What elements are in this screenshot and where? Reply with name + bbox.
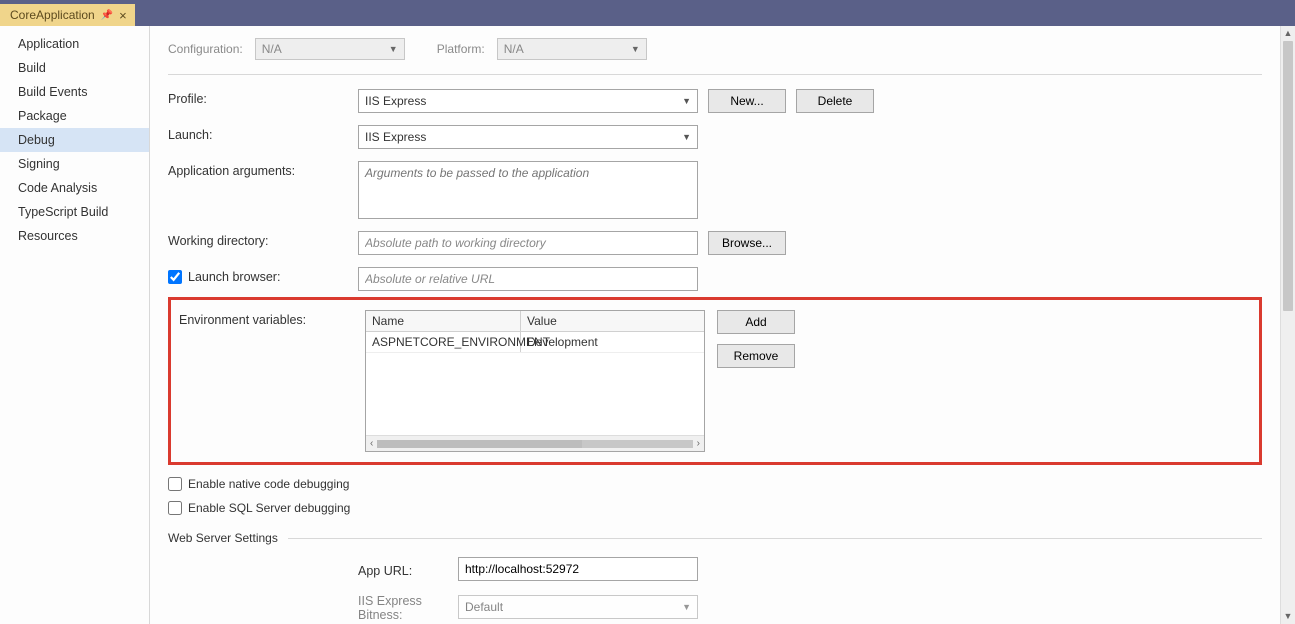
scroll-right-icon[interactable]: › — [697, 438, 700, 449]
working-directory-label: Working directory: — [168, 231, 358, 248]
env-cell-name: ASPNETCORE_ENVIRONMENT — [366, 332, 521, 352]
enable-native-debug-checkbox[interactable] — [168, 477, 182, 491]
sidebar-item-signing[interactable]: Signing — [0, 152, 149, 176]
launch-label: Launch: — [168, 125, 358, 142]
document-tab[interactable]: CoreApplication 📌 × — [0, 4, 135, 26]
app-url-input[interactable] — [458, 557, 698, 581]
horizontal-scrollbar[interactable]: ‹ › — [366, 435, 704, 451]
chevron-down-icon: ▼ — [389, 44, 398, 54]
sidebar-item-package[interactable]: Package — [0, 104, 149, 128]
launch-select[interactable]: IIS Express▼ — [358, 125, 698, 149]
enable-sql-debug-checkbox[interactable] — [168, 501, 182, 515]
scroll-left-icon[interactable]: ‹ — [370, 438, 373, 449]
new-profile-button[interactable]: New... — [708, 89, 786, 113]
app-url-label: App URL: — [358, 561, 458, 578]
launch-browser-checkbox[interactable] — [168, 270, 182, 284]
profile-select[interactable]: IIS Express▼ — [358, 89, 698, 113]
sidebar-item-debug[interactable]: Debug — [0, 128, 149, 152]
scroll-thumb[interactable] — [1283, 41, 1293, 311]
chevron-down-icon: ▼ — [631, 44, 640, 54]
env-header-value[interactable]: Value — [521, 311, 704, 331]
env-cell-value: Development — [521, 332, 704, 352]
pin-icon[interactable]: 📌 — [101, 10, 113, 21]
project-properties-sidebar: Application Build Build Events Package D… — [0, 26, 150, 624]
configuration-label: Configuration: — [168, 42, 243, 56]
launch-browser-label: Launch browser: — [188, 270, 280, 284]
debug-settings-panel: Configuration: N/A▼ Platform: N/A▼ Profi… — [150, 26, 1280, 624]
remove-env-var-button[interactable]: Remove — [717, 344, 795, 368]
iis-bitness-label: IIS Express Bitness: — [358, 591, 458, 622]
document-tab-strip: CoreApplication 📌 × — [0, 4, 1295, 26]
scroll-up-icon[interactable]: ▲ — [1281, 26, 1295, 41]
chevron-down-icon: ▼ — [682, 602, 691, 612]
chevron-down-icon: ▼ — [682, 132, 691, 142]
delete-profile-button[interactable]: Delete — [796, 89, 874, 113]
add-env-var-button[interactable]: Add — [717, 310, 795, 334]
application-arguments-input[interactable] — [358, 161, 698, 219]
environment-variables-highlight: Environment variables: Name Value ASPNET… — [168, 297, 1262, 465]
sidebar-item-resources[interactable]: Resources — [0, 224, 149, 248]
enable-sql-debug-label: Enable SQL Server debugging — [188, 501, 350, 515]
platform-select: N/A▼ — [497, 38, 647, 60]
configuration-select: N/A▼ — [255, 38, 405, 60]
working-directory-input[interactable] — [358, 231, 698, 255]
sidebar-item-build[interactable]: Build — [0, 56, 149, 80]
sidebar-item-build-events[interactable]: Build Events — [0, 80, 149, 104]
close-icon[interactable]: × — [119, 8, 127, 23]
platform-label: Platform: — [437, 42, 485, 56]
scroll-thumb[interactable] — [377, 440, 582, 448]
scroll-down-icon[interactable]: ▼ — [1281, 609, 1295, 624]
launch-browser-url-input[interactable] — [358, 267, 698, 291]
sidebar-item-application[interactable]: Application — [0, 32, 149, 56]
env-header-name[interactable]: Name — [366, 311, 521, 331]
chevron-down-icon: ▼ — [682, 96, 691, 106]
app-args-label: Application arguments: — [168, 161, 358, 178]
iis-bitness-select[interactable]: Default▼ — [458, 595, 698, 619]
vertical-scrollbar[interactable]: ▲ ▼ — [1280, 26, 1295, 624]
profile-label: Profile: — [168, 89, 358, 106]
env-vars-label: Environment variables: — [175, 310, 365, 452]
environment-variables-table[interactable]: Name Value ASPNETCORE_ENVIRONMENT Develo… — [365, 310, 705, 452]
section-divider — [288, 538, 1262, 539]
web-server-settings-heading: Web Server Settings — [168, 531, 278, 545]
browse-button[interactable]: Browse... — [708, 231, 786, 255]
enable-native-debug-label: Enable native code debugging — [188, 477, 349, 491]
table-row[interactable]: ASPNETCORE_ENVIRONMENT Development — [366, 332, 704, 353]
tab-title: CoreApplication — [10, 8, 95, 22]
sidebar-item-typescript-build[interactable]: TypeScript Build — [0, 200, 149, 224]
sidebar-item-code-analysis[interactable]: Code Analysis — [0, 176, 149, 200]
